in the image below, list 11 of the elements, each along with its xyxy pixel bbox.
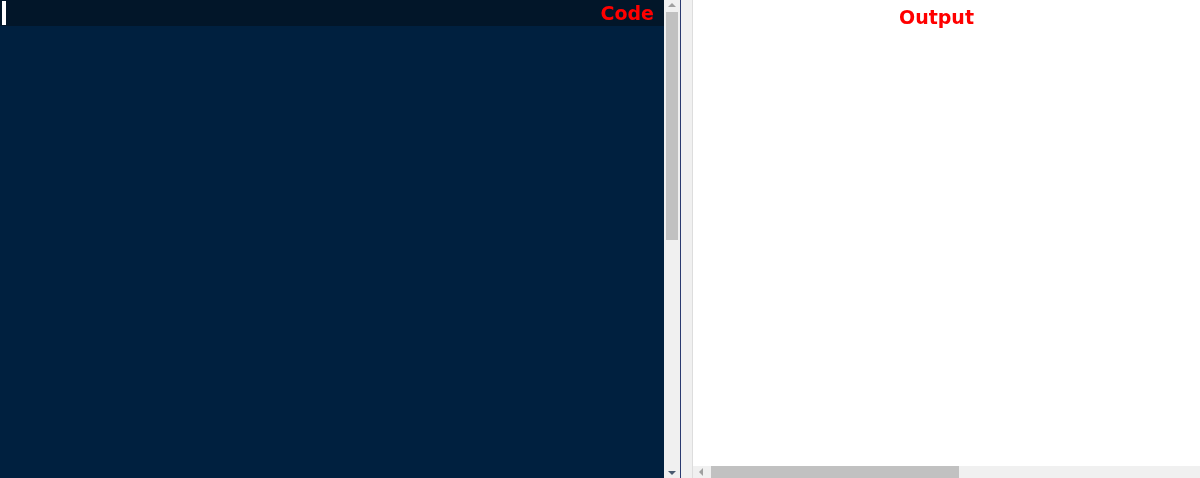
panel-label: Output xyxy=(899,5,974,28)
scroll-left-icon[interactable] xyxy=(697,467,705,477)
scrollbar[interactable] xyxy=(693,466,1200,478)
scroll-up-icon[interactable] xyxy=(667,0,677,10)
scrollbar-thumb[interactable] xyxy=(711,466,959,478)
text-cursor xyxy=(2,1,6,25)
scrollbar[interactable] xyxy=(664,0,681,478)
scrollbar-thumb[interactable] xyxy=(666,12,678,240)
panel-label: Code xyxy=(600,2,654,24)
splitter-handle[interactable] xyxy=(681,0,693,478)
scroll-down-icon[interactable] xyxy=(667,468,677,478)
